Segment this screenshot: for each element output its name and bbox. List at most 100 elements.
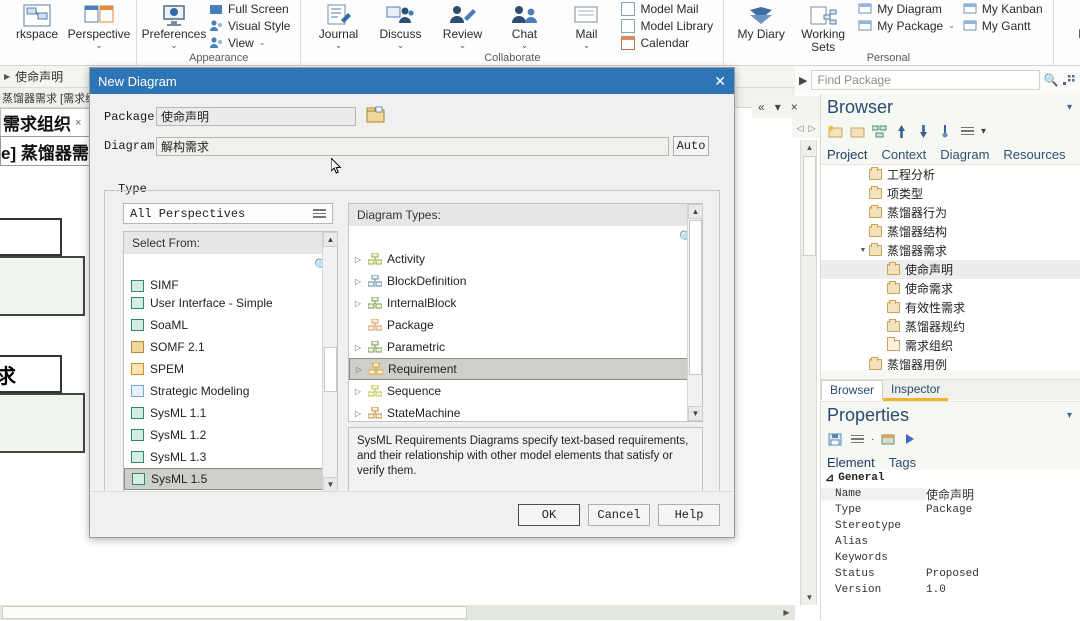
trace-icon[interactable] [937, 124, 953, 139]
ribbon-button-help[interactable]: ? Help ⌄ [1060, 0, 1080, 49]
property-row[interactable]: Status Proposed [821, 566, 1080, 582]
ribbon-button-discuss[interactable]: Discuss ⌄ [369, 0, 431, 50]
ribbon-button-model-library[interactable]: Model Library [617, 17, 717, 34]
ribbon-button-my-kanban[interactable]: My Kanban [959, 0, 1047, 17]
perspective-combo[interactable]: All Perspectives [123, 203, 333, 224]
diagram-type-expander-icon[interactable]: ▷ [353, 387, 363, 396]
ribbon-button-workspace[interactable]: rkspace [6, 0, 68, 41]
ribbon-button-full-screen[interactable]: Full Screen [205, 0, 294, 17]
browser-tab-resources[interactable]: Resources [1003, 147, 1065, 164]
diagram-type-expander-icon[interactable]: ▷ [353, 255, 363, 264]
diagram-tab-close-icon[interactable]: × [75, 117, 81, 129]
property-row[interactable]: Stereotype [821, 518, 1080, 534]
ribbon-button-review[interactable]: Review ⌄ [431, 0, 493, 50]
diagram-type-item[interactable]: ▷ StateMachine [349, 402, 702, 424]
play-triangle-icon[interactable]: ▶ [799, 74, 807, 87]
review-caret-icon[interactable]: ⌄ [459, 41, 467, 50]
find-package-input[interactable]: Find Package [811, 70, 1040, 90]
up-arrow-icon[interactable] [893, 124, 909, 139]
grid-icon[interactable] [1062, 73, 1076, 87]
model-icon[interactable] [871, 124, 887, 139]
property-row[interactable]: Version 1.0 [821, 582, 1080, 598]
menu-icon[interactable] [849, 432, 865, 447]
diagram-type-item[interactable]: ▷ InternalBlock [349, 292, 702, 314]
nav-left-arrow-icon[interactable]: ◁ [797, 123, 804, 134]
play-icon[interactable] [902, 432, 918, 447]
perspective-list-item[interactable]: SoaML [124, 314, 337, 336]
auto-button[interactable]: Auto [673, 136, 709, 156]
scroll-down-arrow-icon[interactable]: ▼ [801, 590, 818, 605]
diagram-type-item[interactable]: ▷ Activity [349, 248, 702, 270]
ok-button[interactable]: OK [518, 503, 580, 526]
discuss-caret-icon[interactable]: ⌄ [397, 41, 405, 50]
search-icon[interactable]: 🔍 [1044, 73, 1059, 87]
diagram-type-expander-icon[interactable]: ▷ [354, 365, 364, 374]
dock-collapse-button[interactable]: « [758, 100, 765, 114]
browser-tab-project[interactable]: Project [827, 147, 867, 164]
ribbon-button-my-gantt[interactable]: My Gantt [959, 17, 1047, 34]
dock-close-button[interactable]: × [791, 100, 798, 114]
tree-node[interactable]: 蒸馏器规约 [821, 317, 1080, 336]
browser-tree[interactable]: 工程分析 项类型 蒸馏器行为 蒸馏器结构 ▼ 蒸馏器需求 使命声明 使命需求 有效性需求 蒸馏器规… [821, 164, 1080, 370]
tree-node[interactable]: 蒸馏器行为 [821, 203, 1080, 222]
perspective-list-item[interactable]: User Interface - Simple [124, 292, 337, 314]
dialog-close-button[interactable]: ✕ [714, 73, 726, 90]
ribbon-button-my-diary[interactable]: My Diary [730, 0, 792, 41]
perspective-list-item[interactable]: SysML 1.5 [124, 468, 337, 490]
perspective-list-item[interactable]: SIMF [124, 276, 337, 292]
perspective-list-item[interactable]: SysML 1.3 [124, 446, 337, 468]
ribbon-button-perspective[interactable]: Perspective ⌄ [68, 0, 130, 50]
canvas-shape-1-body[interactable] [0, 256, 85, 316]
tree-node[interactable]: ▼ 蒸馏器需求 [821, 241, 1080, 260]
properties-group-expander-icon[interactable]: ⊿ [825, 471, 834, 485]
hscroll-thumb[interactable] [2, 606, 467, 619]
hscroll-right-arrow-icon[interactable]: ▶ [780, 605, 793, 620]
perspective-list-item[interactable]: SysML 1.1 [124, 402, 337, 424]
perspective-list-item[interactable]: SOMF 2.1 [124, 336, 337, 358]
diagram-type-expander-icon[interactable]: ▷ [353, 343, 363, 352]
new-package-icon[interactable] [827, 124, 843, 139]
browser-tab-context[interactable]: Context [881, 147, 926, 164]
dock-menu-button[interactable]: ▾ [775, 100, 781, 114]
tree-expander-icon[interactable]: ▼ [857, 247, 869, 254]
folder-browse-icon[interactable] [366, 106, 386, 127]
diagram-type-item[interactable]: ▷ Requirement [349, 358, 702, 380]
diagram-type-item[interactable]: ▷ Parametric [349, 336, 702, 358]
diagram-type-expander-icon[interactable]: ▷ [353, 409, 363, 418]
ribbon-button-visual-style[interactable]: Visual Style [205, 17, 294, 34]
property-row[interactable]: Name 使命声明 [821, 486, 1080, 502]
perspective-list-item[interactable]: SPEM [124, 358, 337, 380]
ribbon-button-view[interactable]: View ⌄ [205, 34, 294, 51]
property-value[interactable]: 使命声明 [926, 486, 1080, 503]
perspective-list[interactable]: SIMF User Interface - Simple SoaML SOMF 2.1… [124, 276, 337, 512]
types-scroll-down-icon[interactable]: ▼ [688, 406, 703, 421]
tree-node[interactable]: 有效性需求 [821, 298, 1080, 317]
diagram-type-item[interactable]: Package [349, 314, 702, 336]
perspective-scroll-thumb[interactable] [324, 347, 337, 392]
journal-caret-icon[interactable]: ⌄ [335, 41, 343, 50]
property-value[interactable]: Proposed [926, 568, 1080, 580]
perspective-caret-icon[interactable]: ⌄ [95, 41, 103, 50]
ribbon-button-model-mail[interactable]: Model Mail [617, 0, 717, 17]
tree-node[interactable]: 项类型 [821, 184, 1080, 203]
perspective-scroll-up-icon[interactable]: ▲ [323, 232, 338, 247]
mail-caret-icon[interactable]: ⌄ [583, 41, 591, 50]
new-diagram-dialog[interactable]: New Diagram ✕ Package 使命声明 Diagram 解构需求 … [89, 67, 735, 538]
diagram-types-search-row[interactable]: 🔍 [349, 226, 702, 248]
tree-node[interactable]: 蒸馏器用例 [821, 355, 1080, 370]
diagram-type-item[interactable]: ▷ Sequence [349, 380, 702, 402]
package-input[interactable]: 使命声明 [156, 107, 356, 126]
canvas-shape-2-body[interactable] [0, 393, 85, 453]
property-row[interactable]: Alias [821, 534, 1080, 550]
diagram-type-expander-icon[interactable]: ▷ [353, 299, 363, 308]
save-icon[interactable] [827, 432, 843, 447]
menu-icon[interactable] [959, 124, 975, 139]
ribbon-button-mail[interactable]: Mail ⌄ [555, 0, 617, 50]
properties-collapse-caret-icon[interactable]: ▾ [1067, 410, 1072, 421]
ribbon-button-chat[interactable]: Chat ⌄ [493, 0, 555, 50]
ribbon-button-preferences[interactable]: Preferences ⌄ [142, 0, 206, 50]
perspective-search-row[interactable]: 🔍 [124, 254, 337, 276]
tree-node[interactable]: 需求组织 [821, 336, 1080, 355]
property-row[interactable]: Keywords [821, 550, 1080, 566]
types-scroll-thumb[interactable] [689, 220, 702, 375]
